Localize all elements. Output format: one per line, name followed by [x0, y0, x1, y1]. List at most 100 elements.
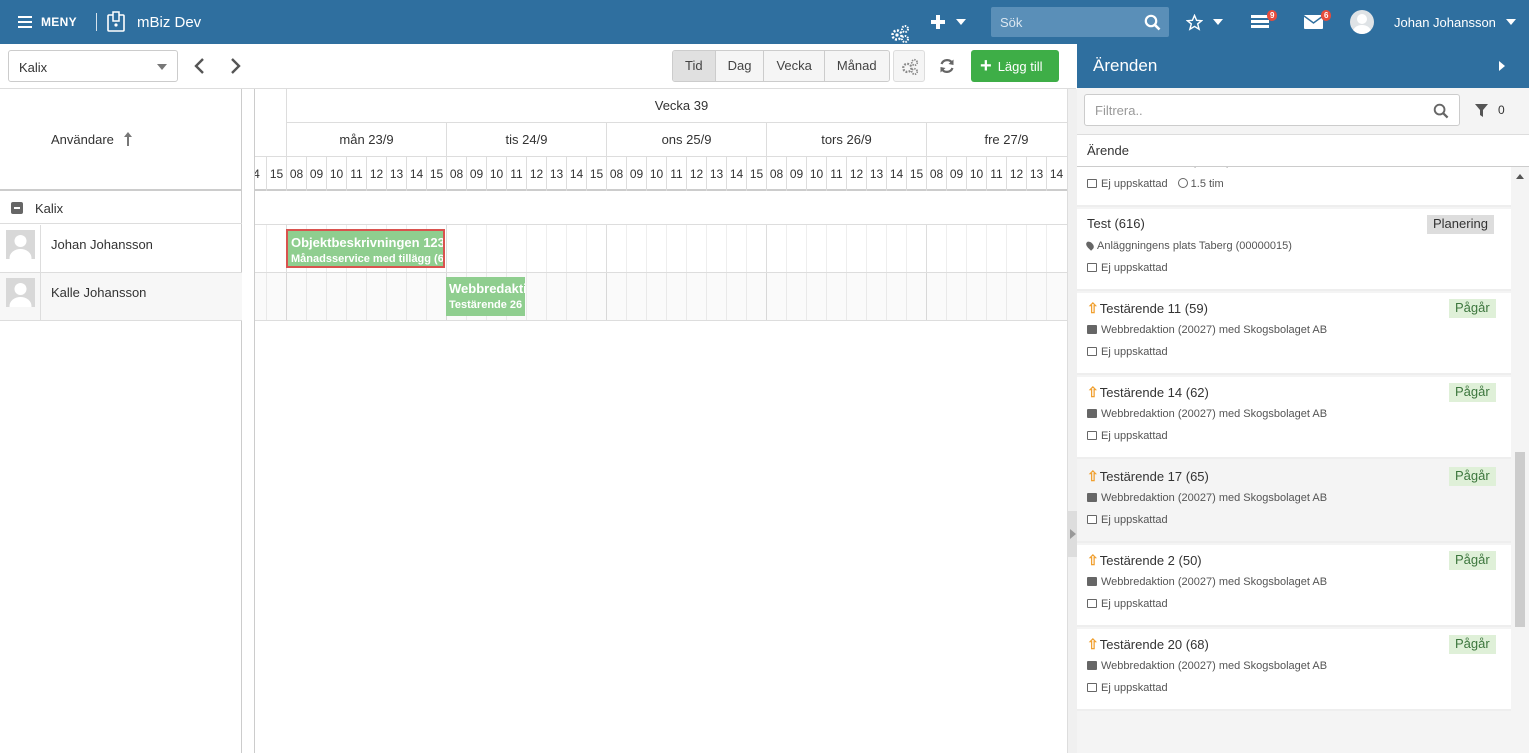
hour-header: 10	[486, 157, 506, 191]
view-week-button[interactable]: Vecka	[764, 51, 825, 81]
user-row[interactable]: Johan Johansson	[0, 225, 242, 273]
hour-header: 09	[306, 157, 326, 191]
cases-panel-title: Ärenden	[1093, 56, 1158, 75]
case-card[interactable]: Test (616) Planering Anläggningens plats T…	[1077, 209, 1511, 291]
app-name[interactable]: mBiz Dev	[137, 0, 201, 44]
chevron-down-icon	[157, 64, 167, 70]
case-title-text: Testärende 11 (59)	[1099, 301, 1208, 316]
user-row[interactable]: Kalle Johansson	[0, 273, 242, 321]
view-time-button[interactable]: Tid	[673, 51, 716, 81]
panel-resize-handle[interactable]	[242, 89, 255, 753]
case-card[interactable]: ⇧ Testärende 17 (65) Pågår Webbredaktion (2…	[1077, 461, 1511, 543]
case-schedule: Ej uppskattad 1.5 tim	[1087, 178, 1224, 190]
chevron-down-icon	[1505, 19, 1516, 25]
menu-button[interactable]: MENY	[18, 0, 77, 44]
hour-header: 14	[1046, 157, 1066, 191]
tasks-button[interactable]: 9	[1251, 10, 1278, 32]
clock-icon	[1177, 178, 1188, 188]
hour-header: 11	[986, 157, 1006, 191]
group-schedule-row	[255, 191, 1067, 225]
user-menu[interactable]: Johan Johansson	[1394, 0, 1516, 44]
hour-header: 09	[786, 157, 806, 191]
schedule-row[interactable]	[255, 273, 1067, 321]
filter-input[interactable]	[1085, 95, 1415, 125]
star-icon	[1186, 13, 1203, 31]
day-header: mån 23/9	[286, 123, 446, 157]
calendar-icon	[1087, 263, 1097, 272]
messages-button[interactable]: 6	[1303, 10, 1332, 32]
scroll-up-icon[interactable]	[1516, 174, 1524, 179]
hour-header: 09	[626, 157, 646, 191]
filter-funnel-icon[interactable]	[1475, 104, 1488, 117]
schedule-event[interactable]: Webbredaktion Testärende 26	[446, 277, 525, 316]
view-month-button[interactable]: Månad	[824, 51, 889, 81]
hour-header: 13	[706, 157, 726, 191]
search-icon[interactable]	[1144, 14, 1161, 31]
hour-header: 15	[586, 157, 606, 191]
schedule-grid: Vecka 39 mån 23/9 tis 24/9 ons 25/9 tors 26…	[255, 89, 1067, 753]
case-detail: Webbredaktion (20027) med Skogsbolaget A…	[1087, 324, 1327, 336]
hour-header: 10	[806, 157, 826, 191]
hour-header: 10	[326, 157, 346, 191]
add-button[interactable]: + Lägg till	[971, 50, 1059, 82]
search-icon[interactable]	[1433, 103, 1449, 119]
briefcase-icon	[1087, 577, 1097, 586]
group-row-kalix[interactable]: Kalix	[0, 192, 242, 224]
previous-period-icon[interactable]	[193, 57, 207, 75]
case-detail-text: Webbredaktion (20027) med Skogsbolaget A…	[1101, 492, 1328, 504]
search-input[interactable]	[991, 7, 1141, 37]
user-avatar[interactable]	[1350, 10, 1374, 34]
cases-column-header[interactable]: Ärende	[1077, 134, 1529, 167]
case-schedule-text: Ej uppskattad	[1101, 346, 1168, 358]
week-header: Vecka 39	[286, 89, 1067, 123]
menu-label: MENY	[41, 15, 77, 29]
create-new-button[interactable]	[930, 0, 966, 44]
case-card[interactable]: ⇧ Testärende 20 (68) Pågår Webbredaktion (2…	[1077, 629, 1511, 711]
case-card[interactable]: test (151)Pågårtest för internkund (2003…	[1077, 167, 1511, 207]
case-title-text: Test (616)	[1087, 216, 1145, 231]
event-title: Objektbeskrivningen 123	[291, 235, 445, 250]
scheduler-settings-button[interactable]	[893, 50, 925, 82]
case-title-text: Testärende 14 (62)	[1099, 385, 1209, 400]
case-detail-text: test för internkund (20031) med Internku…	[1101, 167, 1310, 168]
scrollbar-thumb[interactable]	[1515, 452, 1525, 627]
calendar-icon	[1087, 431, 1097, 440]
location-select[interactable]: Kalix	[8, 50, 178, 82]
calendar-icon	[1087, 599, 1097, 608]
case-schedule: Ej uppskattad	[1087, 514, 1168, 526]
hour-header: 13	[866, 157, 886, 191]
favorites-button[interactable]	[1186, 0, 1223, 44]
global-search	[991, 7, 1169, 37]
user-name: Johan Johansson	[1394, 14, 1496, 30]
case-schedule-text: Ej uppskattad	[1101, 262, 1168, 274]
case-card[interactable]: ⇧ Testärende 14 (62) Pågår Webbredaktion (2…	[1077, 377, 1511, 459]
side-panel-toggle[interactable]	[1067, 89, 1077, 753]
case-schedule-text: Ej uppskattad	[1101, 598, 1168, 610]
collapse-group-icon[interactable]	[11, 202, 23, 214]
users-column-header[interactable]: Användare	[0, 89, 242, 191]
group-label: Kalix	[35, 201, 64, 216]
briefcase-icon	[1087, 325, 1097, 334]
view-day-button[interactable]: Dag	[715, 51, 765, 81]
chevron-right-icon	[1070, 529, 1076, 539]
users-header-text: Användare	[51, 132, 114, 147]
priority-arrow-icon: ⇧	[1087, 636, 1099, 652]
schedule-event[interactable]: Objektbeskrivningen 123 Månadsservice me…	[286, 229, 445, 268]
avatar	[6, 230, 35, 259]
case-card[interactable]: ⇧ Testärende 11 (59) Pågår Webbredaktion (2…	[1077, 293, 1511, 375]
hour-header-row: 4 15 08 09 10 11 12 13 14 15 08 09 10 11 12 13 14 15 08 09 1…	[255, 157, 1067, 191]
briefcase-icon	[1087, 661, 1097, 670]
collapse-panel-icon[interactable]	[1499, 61, 1505, 71]
cases-filter	[1084, 94, 1460, 126]
priority-arrow-icon: ⇧	[1087, 468, 1099, 484]
plus-icon	[931, 15, 945, 29]
case-detail-text: Webbredaktion (20027) med Skogsbolaget A…	[1101, 660, 1328, 672]
case-card[interactable]: ⇧ Testärende 2 (50) Pågår Webbredaktion (20…	[1077, 545, 1511, 627]
hour-header: 08	[766, 157, 786, 191]
cases-scrollbar[interactable]	[1511, 167, 1529, 753]
user-icon	[1353, 14, 1371, 34]
next-period-icon[interactable]	[228, 57, 242, 75]
status-badge: Pågår	[1449, 467, 1496, 486]
refresh-icon[interactable]	[938, 57, 956, 75]
hour-header: 4	[255, 157, 266, 191]
